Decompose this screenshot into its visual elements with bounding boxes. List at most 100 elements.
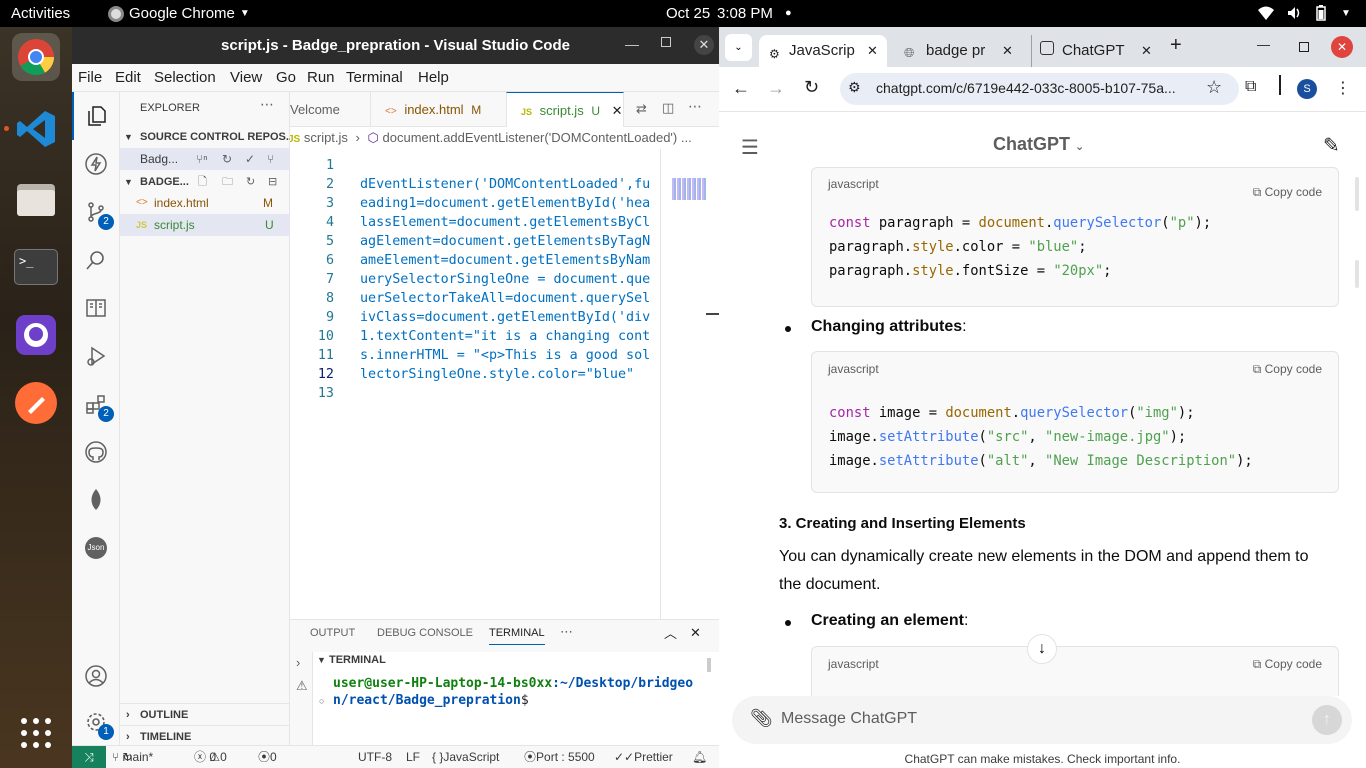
copy-code-button[interactable]: ⧉ Copy code <box>1253 362 1322 377</box>
back-arrow-icon[interactable]: ← <box>732 78 750 99</box>
sidebar-toggle-icon[interactable]: ☰ <box>741 135 759 160</box>
new-file-icon[interactable]: 🗋 <box>198 171 207 193</box>
code-editor[interactable]: 1 2 dEventListener('DOMContentLoaded',fu 3 e… <box>290 149 660 619</box>
menu-file[interactable]: File <box>78 64 102 92</box>
bookmark-star-icon[interactable]: ☆ <box>1206 77 1222 98</box>
panel-tab-terminal[interactable]: TERMINAL <box>489 627 545 645</box>
vscode-icon[interactable] <box>12 105 60 153</box>
panel-more-icon[interactable]: ⋯ <box>560 624 573 640</box>
clock-time[interactable]: 3:08 PM <box>717 0 773 27</box>
github-desktop-icon[interactable] <box>12 311 60 359</box>
split-editor-icon[interactable]: ◫ <box>662 100 674 116</box>
menu-edit[interactable]: Edit <box>115 64 141 92</box>
ports-status[interactable]: ⦿ 0 <box>258 746 277 768</box>
code-line[interactable]: ameElement=document.getElementsByNam <box>360 251 650 270</box>
code-line[interactable]: dEventListener('DOMContentLoaded',fu <box>360 175 650 194</box>
minimap[interactable] <box>672 178 706 200</box>
panel-tab-debug-console[interactable]: DEBUG CONSOLE <box>377 627 473 639</box>
menu-view[interactable]: View <box>230 64 262 92</box>
branch-icon[interactable]: ⑂ⁿ <box>196 148 208 170</box>
new-tab-plus-icon[interactable]: + <box>1170 34 1182 57</box>
show-applications-grid-icon[interactable] <box>20 717 52 749</box>
run-lightning-icon[interactable] <box>72 140 120 188</box>
menu-run[interactable]: Run <box>307 64 335 92</box>
code-line[interactable]: lassElement=document.getElementsByCl <box>360 213 650 232</box>
page-scrollbar[interactable] <box>1355 177 1359 211</box>
tab-javascript[interactable]: ⚙ JavaScrip ✕ <box>759 35 887 67</box>
tab-welcome[interactable]: Velcome <box>276 92 356 127</box>
refresh-icon[interactable]: ↻ <box>246 171 255 193</box>
tab-search-icon[interactable]: ⌄ <box>725 34 752 61</box>
maximize-button[interactable] <box>661 37 671 47</box>
attach-paperclip-icon[interactable]: 📎︎ <box>750 708 773 729</box>
manage-gear-icon[interactable]: 1 <box>72 698 120 746</box>
activities-button[interactable]: Activities <box>11 0 70 27</box>
site-info-icon[interactable]: ⚙ <box>848 79 861 96</box>
terminal-scrollbar[interactable] <box>707 658 711 672</box>
close-button[interactable]: ✕ <box>694 35 714 55</box>
tab-chatgpt[interactable]: ChatGPT ✕ <box>1031 35 1156 67</box>
sync-icon[interactable]: ↻ <box>222 148 232 170</box>
message-input[interactable]: 📎︎ Message ChatGPT ↑ <box>732 696 1352 744</box>
maximize-button[interactable] <box>1299 42 1309 52</box>
close-button[interactable]: ✕ <box>1331 36 1353 58</box>
outline-section[interactable]: › OUTLINE <box>120 703 290 725</box>
warning-icon[interactable]: ⚠ <box>296 678 308 694</box>
git-graph-icon[interactable]: ⑂ <box>267 148 274 170</box>
code-line[interactable]: agElement=document.getElementsByTagN <box>360 232 650 251</box>
forward-arrow-icon[interactable]: → <box>767 78 785 99</box>
commit-check-icon[interactable]: ✓ <box>245 148 255 170</box>
notifications-bell-icon[interactable]: 🔔︎ <box>692 746 707 768</box>
breadcrumb-file[interactable]: script.js <box>304 130 348 145</box>
file-item-index-html[interactable]: <> index.html M <box>120 192 290 214</box>
explorer-icon[interactable] <box>72 92 120 140</box>
reload-icon[interactable]: ↻ <box>804 77 819 98</box>
new-folder-icon[interactable]: 🗀 <box>222 171 233 193</box>
app-menu[interactable]: Google Chrome ▼ <box>108 0 250 27</box>
copy-code-button[interactable]: ⧉ Copy code <box>1253 657 1322 672</box>
send-arrow-icon[interactable]: ↑ <box>1312 705 1342 735</box>
json-icon[interactable]: Json <box>72 524 120 572</box>
file-item-script-js[interactable]: JS script.js U <box>120 214 290 236</box>
code-line[interactable]: lectorSingleOne.style.color="blue" <box>360 365 634 384</box>
close-tab-icon[interactable]: ✕ <box>1141 39 1152 63</box>
clock-date[interactable]: Oct 25 <box>666 0 710 27</box>
run-debug-icon[interactable] <box>72 332 120 380</box>
problems-status[interactable]: ⓧ 0 ⚠ 0 <box>194 746 227 768</box>
scrollbar-thumb[interactable] <box>1355 260 1359 288</box>
minimize-button[interactable]: — <box>625 36 639 52</box>
close-tab-icon[interactable]: ✕ <box>612 103 623 118</box>
chrome-menu-icon[interactable]: ⋮ <box>1335 78 1351 98</box>
menu-selection[interactable]: Selection <box>154 64 216 92</box>
accounts-icon[interactable] <box>72 652 120 700</box>
tab-script-js[interactable]: JS script.js U ✕ <box>506 92 624 127</box>
timeline-section[interactable]: › TIMELINE <box>120 725 290 747</box>
collapse-all-icon[interactable]: ⊟ <box>268 171 277 193</box>
scm-repo-row[interactable]: Badg... ⑂ⁿ ↻ ✓ ⑂ <box>120 148 290 170</box>
system-menu-caret-icon[interactable]: ▼ <box>1341 0 1351 27</box>
chevron-right-icon[interactable]: › <box>296 655 300 670</box>
language-status[interactable]: { } JavaScript <box>432 746 499 768</box>
chrome-icon[interactable] <box>12 33 60 81</box>
profile-avatar[interactable]: S <box>1297 79 1317 99</box>
menu-go[interactable]: Go <box>276 64 296 92</box>
terminal-icon[interactable]: >_ <box>12 243 60 291</box>
code-line[interactable]: s.innerHTML = "<p>This is a good sol <box>360 346 650 365</box>
panel-tab-output[interactable]: OUTPUT <box>310 627 355 639</box>
maximize-panel-icon[interactable]: ︿ <box>664 623 677 642</box>
branch-status[interactable]: ⑂ main* ↻ <box>112 746 153 768</box>
new-chat-edit-icon[interactable]: ✎ <box>1323 133 1340 158</box>
files-icon[interactable] <box>12 175 60 223</box>
code-line[interactable]: ivClass=document.getElementById('div <box>360 308 650 327</box>
copy-code-button[interactable]: ⧉ Copy code <box>1253 185 1322 200</box>
extensions-icon[interactable]: 2 <box>72 380 120 428</box>
editor-more-icon[interactable]: ⋯ <box>688 98 702 115</box>
book-icon[interactable] <box>72 284 120 332</box>
postman-icon[interactable] <box>12 379 60 427</box>
remote-indicator-icon[interactable]: ⤨ <box>72 746 106 768</box>
terminal-view[interactable]: ▼ TERMINAL user@user-HP-Laptop-14-bs0xx:… <box>312 652 719 746</box>
mongodb-leaf-icon[interactable] <box>72 476 120 524</box>
menu-terminal[interactable]: Terminal <box>346 64 403 92</box>
extensions-puzzle-icon[interactable]: ⧉ <box>1245 78 1256 96</box>
prettier-status[interactable]: ✓✓ Prettier <box>614 746 673 768</box>
